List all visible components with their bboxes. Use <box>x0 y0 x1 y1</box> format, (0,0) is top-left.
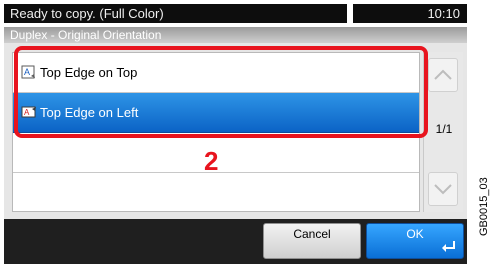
chevron-up-icon <box>434 69 452 80</box>
enter-icon <box>442 241 455 252</box>
ok-button-label: OK <box>406 227 424 241</box>
status-message: Ready to copy. (Full Color) <box>4 4 347 23</box>
device-screen: Ready to copy. (Full Color) 10:10 Duplex… <box>0 0 467 264</box>
callout-highlight <box>14 46 428 138</box>
chevron-down-icon <box>434 184 452 195</box>
figure-code: GB0015_03 <box>478 177 490 236</box>
page-indicator: 1/1 <box>435 122 453 136</box>
status-bar: Ready to copy. (Full Color) 10:10 <box>0 0 467 27</box>
cancel-button-label: Cancel <box>293 227 331 241</box>
empty-row <box>13 173 419 213</box>
scroll-down-button[interactable] <box>428 172 458 206</box>
screen-title: Duplex - Original Orientation <box>4 27 467 43</box>
callout-number: 2 <box>204 146 219 176</box>
status-time: 10:10 <box>353 4 467 23</box>
ok-button[interactable]: OK <box>366 223 464 259</box>
cancel-button[interactable]: Cancel <box>263 223 361 259</box>
scroll-up-button[interactable] <box>428 58 458 92</box>
scroll-column: 1/1 <box>423 52 463 212</box>
